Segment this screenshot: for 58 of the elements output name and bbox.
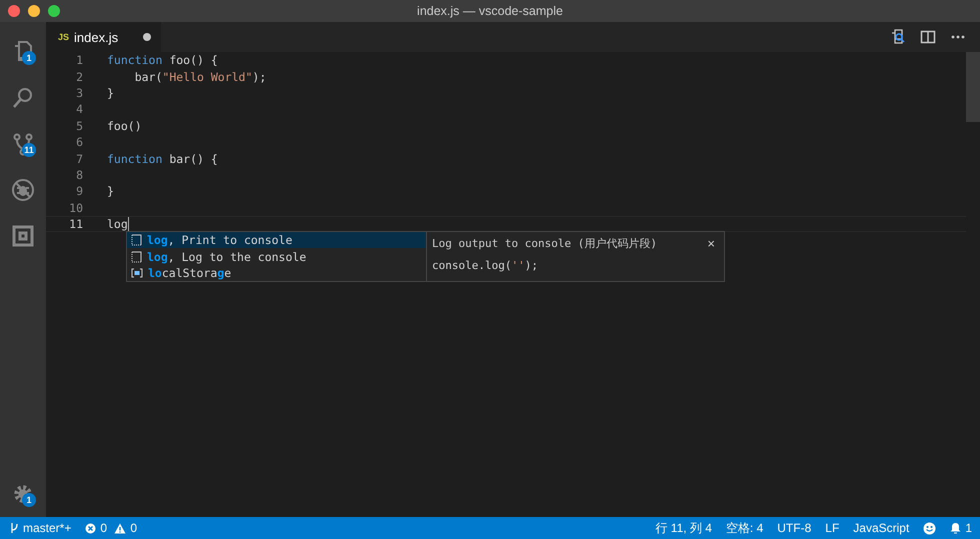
notifications-status[interactable]: 1: [950, 521, 972, 535]
variable-icon: [131, 268, 143, 278]
line-number: 2: [75, 70, 84, 84]
code-line: function bar() {: [107, 152, 218, 166]
search-icon[interactable]: [11, 86, 35, 110]
line-number: 5: [75, 118, 84, 133]
zoom-window-button[interactable]: [48, 5, 60, 17]
branch-icon: [10, 522, 19, 534]
snippet-icon: [131, 234, 142, 246]
minimize-window-button[interactable]: [28, 5, 40, 17]
indentation-status[interactable]: 空格: 4: [726, 520, 764, 536]
count-badge: 11: [22, 143, 36, 157]
snippet-icon: [131, 250, 142, 263]
line-number: 4: [75, 102, 84, 116]
warning-icon: [114, 522, 126, 534]
suggestion-item[interactable]: log, Log to the console: [127, 248, 426, 265]
open-changes-icon[interactable]: [890, 29, 906, 45]
split-editor-icon[interactable]: [920, 29, 936, 45]
suggestion-item[interactable]: localStorage: [127, 264, 426, 282]
extensions-icon[interactable]: [11, 224, 35, 248]
bell-icon: [950, 522, 962, 534]
code-line: }: [107, 184, 114, 198]
source-control-icon[interactable]: [11, 132, 35, 156]
code-preview: console.log('');: [432, 259, 539, 272]
file-type-icon: JS: [58, 32, 70, 42]
close-window-button[interactable]: [8, 5, 20, 17]
code-line: foo(): [107, 118, 142, 133]
count-badge: 1: [22, 493, 36, 507]
tab-label: index.js: [74, 30, 118, 44]
text-cursor: [128, 217, 130, 232]
branch-status[interactable]: master*+: [10, 521, 72, 535]
scrollbar-thumb[interactable]: [966, 52, 980, 122]
code-line: }: [107, 86, 114, 100]
suggestion-item[interactable]: log, Print to console: [127, 232, 426, 248]
line-number: 9: [75, 184, 84, 198]
line-number: 1: [75, 53, 84, 68]
line-number: 7: [75, 152, 84, 166]
close-button[interactable]: ×: [703, 237, 719, 250]
code-line: bar("Hello World");: [134, 70, 266, 84]
line-number: 10: [68, 200, 84, 215]
line-number: 11: [68, 217, 84, 232]
editor-tab[interactable]: JS index.js: [46, 22, 161, 52]
code-line: log: [107, 217, 128, 232]
encoding-status[interactable]: UTF-8: [777, 521, 812, 535]
debug-icon[interactable]: [11, 178, 35, 202]
line-number: 8: [75, 168, 84, 182]
problems-status[interactable]: 0 0: [85, 521, 138, 535]
line-number: 6: [75, 135, 84, 150]
line-ending-status[interactable]: LF: [825, 521, 840, 535]
code-line: function foo() {: [107, 53, 218, 68]
language-status[interactable]: JavaScript: [853, 521, 910, 535]
count-badge: 1: [22, 51, 36, 65]
suggestion-description: Log output to console (用户代码片段): [432, 236, 657, 251]
line-number: 3: [75, 86, 84, 100]
cursor-position[interactable]: 行 11, 列 4: [655, 520, 712, 536]
smiley-icon[interactable]: [923, 522, 936, 534]
error-icon: [85, 522, 96, 534]
window-title: index.js — vscode-sample: [417, 4, 563, 18]
